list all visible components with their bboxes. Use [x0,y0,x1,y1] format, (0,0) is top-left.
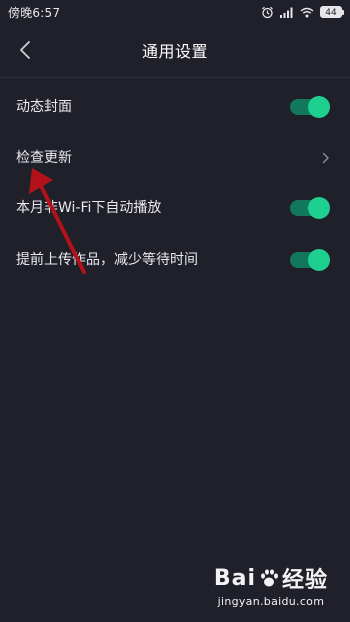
paw-icon [260,569,278,587]
toggle-knob [308,96,330,118]
battery-icon: 44 [320,6,344,18]
nav-bar: 通用设置 [0,24,350,76]
watermark-brand-a: Bai [213,565,256,591]
setting-row-autoplay[interactable]: 本月非Wi-Fi下自动播放 [0,180,350,236]
alarm-icon [261,6,274,19]
setting-row-check-update[interactable]: 检查更新 [0,136,350,180]
screen: 傍晚6:57 44 通用设置 动态封面 检查更新 本月非Wi-Fi下自动播放 提… [0,0,350,622]
toggle-switch[interactable] [290,197,330,219]
setting-label: 检查更新 [16,149,72,166]
watermark-logo: Bai 经验 [214,562,328,594]
setting-row-preupload[interactable]: 提前上传作品，减少等待时间 [0,236,350,284]
page-title: 通用设置 [141,42,208,61]
toggle-knob [308,249,330,271]
status-time: 傍晚6:57 [8,5,61,20]
chevron-right-icon [318,150,334,166]
status-bar: 傍晚6:57 44 [0,0,350,24]
setting-label: 本月非Wi-Fi下自动播放 [16,199,162,216]
setting-label: 提前上传作品，减少等待时间 [16,251,198,268]
setting-row-dynamic-cover[interactable]: 动态封面 [0,78,350,136]
chevron-left-icon [20,41,30,59]
watermark-brand-b: 经验 [281,568,328,593]
settings-list: 动态封面 检查更新 本月非Wi-Fi下自动播放 提前上传作品，减少等待时间 [0,78,350,284]
status-icons: 44 [261,6,344,19]
baidu-jingyan-watermark: Bai 经验 jingyan.baidu.com [214,562,328,609]
signal-icon [280,7,294,18]
wifi-icon [300,7,314,18]
toggle-switch[interactable] [290,96,330,118]
toggle-switch[interactable] [290,249,330,271]
setting-label: 动态封面 [16,98,72,115]
toggle-knob [308,197,330,219]
back-button[interactable] [12,36,38,64]
watermark-url: jingyan.baidu.com [217,595,325,608]
